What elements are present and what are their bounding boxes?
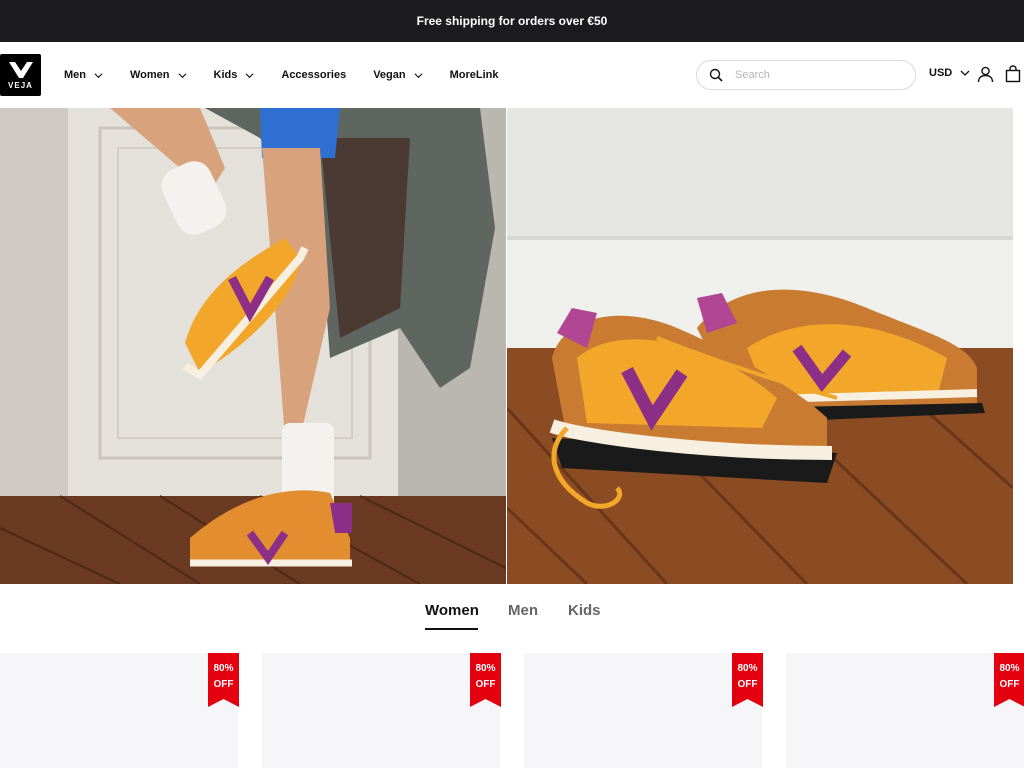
nav-item-label: Accessories xyxy=(281,69,347,81)
chevron-down-icon xyxy=(94,71,103,80)
badge-off: OFF xyxy=(999,679,1020,690)
hero-image-model xyxy=(0,108,506,584)
site-header: VEJA Men Women Kids Accessories Vegan Mo… xyxy=(0,42,1024,108)
product-card[interactable]: 80% OFF xyxy=(786,653,1024,768)
nav-item-vegan[interactable]: Vegan xyxy=(373,69,423,81)
active-tab-indicator xyxy=(425,628,478,630)
product-card[interactable]: 80% OFF xyxy=(0,653,239,768)
badge-percent: 80% xyxy=(213,663,234,674)
nav-item-label: Vegan xyxy=(373,69,406,81)
nav-item-label: MoreLink xyxy=(449,69,499,81)
category-tabs: Women Men Kids xyxy=(0,584,1024,652)
nav-item-label: Kids xyxy=(213,69,238,81)
product-card[interactable]: 80% OFF xyxy=(524,653,763,768)
discount-badge: 80% OFF xyxy=(994,653,1024,707)
nav-item-morelink[interactable]: MoreLink xyxy=(450,69,499,81)
nav-item-men[interactable]: Men xyxy=(64,69,103,81)
discount-badge: 80% OFF xyxy=(732,653,763,707)
badge-off: OFF xyxy=(475,679,496,690)
announcement-bar: Free shipping for orders over €50 xyxy=(0,0,1024,42)
tab-women[interactable]: Women xyxy=(425,602,479,619)
chevron-down-icon xyxy=(414,71,423,80)
hero-photo-right xyxy=(507,108,1013,584)
hero-image-sneakers xyxy=(507,108,1013,584)
badge-percent: 80% xyxy=(737,663,758,674)
search-icon[interactable] xyxy=(709,68,723,82)
nav-item-kids[interactable]: Kids xyxy=(214,69,255,81)
discount-badge: 80% OFF xyxy=(470,653,501,707)
currency-selector[interactable]: USD xyxy=(929,67,970,79)
announcement-text: Free shipping for orders over €50 xyxy=(416,14,608,28)
nav-item-label: Men xyxy=(64,69,86,81)
nav-item-accessories[interactable]: Accessories xyxy=(281,69,346,81)
tab-men[interactable]: Men xyxy=(508,602,538,619)
main-nav: Men Women Kids Accessories Vegan MoreLin… xyxy=(64,42,526,108)
chevron-down-icon xyxy=(245,71,254,80)
user-icon[interactable] xyxy=(977,66,994,83)
currency-value: USD xyxy=(929,67,953,79)
search-box[interactable] xyxy=(696,60,916,90)
badge-off: OFF xyxy=(737,679,758,690)
discount-badge: 80% OFF xyxy=(208,653,239,707)
tab-kids[interactable]: Kids xyxy=(568,602,601,619)
badge-percent: 80% xyxy=(475,663,496,674)
badge-off: OFF xyxy=(213,679,234,690)
hero-banner[interactable] xyxy=(0,108,1013,584)
chevron-down-icon xyxy=(178,71,187,80)
nav-item-women[interactable]: Women xyxy=(130,69,187,81)
brand-logo-text: VEJA xyxy=(8,80,33,90)
chevron-down-icon xyxy=(960,68,970,78)
veja-v-logo-icon xyxy=(8,61,33,78)
brand-logo[interactable]: VEJA xyxy=(0,54,41,96)
product-card[interactable]: 80% OFF xyxy=(262,653,501,768)
hero-photo-left xyxy=(0,108,506,584)
badge-percent: 80% xyxy=(999,663,1020,674)
nav-item-label: Women xyxy=(130,69,170,81)
bag-icon[interactable] xyxy=(1005,65,1021,83)
search-input[interactable] xyxy=(735,69,905,81)
